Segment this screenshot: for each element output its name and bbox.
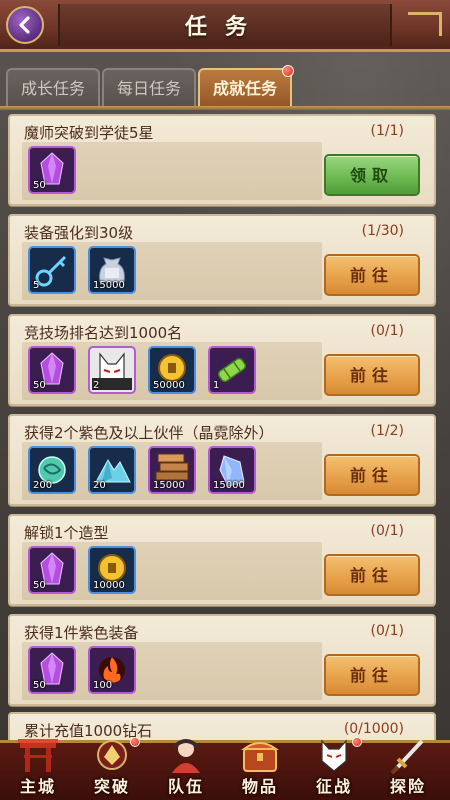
task-card: 解锁1个造型 (0/1) 50 10000 前往: [8, 514, 436, 606]
reward-count: 1: [213, 380, 220, 391]
reward-count: 15000: [153, 480, 185, 491]
task-progress: (1/2): [370, 423, 404, 439]
reward-item[interactable]: 5: [28, 246, 76, 294]
reward-item[interactable]: 2: [88, 346, 136, 394]
reward-count: 200: [33, 480, 53, 491]
nav-item-team[interactable]: 队伍: [148, 735, 224, 800]
task-list[interactable]: 魔师突破到学徒5星 (1/1) 50 领取 装备强化到30级 (1/30) 5: [6, 114, 444, 740]
reward-item[interactable]: 200: [28, 446, 76, 494]
task-card: 获得2个紫色及以上伙伴（晶霓除外） (1/2) 200 20 15000 150…: [8, 414, 436, 506]
reward-count: 100: [93, 680, 113, 691]
header-ornament: [408, 12, 442, 36]
notification-dot: [282, 65, 294, 77]
chevron-left-icon: [19, 16, 30, 34]
task-progress: (0/1): [370, 623, 404, 639]
go-button[interactable]: 前往: [324, 554, 420, 596]
task-title: 魔师突破到学徒5星: [24, 124, 154, 142]
nav-item-breakthrough[interactable]: 突破: [74, 735, 150, 800]
go-button[interactable]: 前往: [324, 454, 420, 496]
notification-dot: [352, 737, 362, 747]
nav-label: 物品: [241, 777, 278, 796]
reward-item[interactable]: 1: [208, 346, 256, 394]
gate-icon: [18, 739, 58, 772]
back-button[interactable]: [6, 6, 44, 44]
team-icon: [172, 739, 200, 773]
reward-item[interactable]: 15000: [88, 246, 136, 294]
task-title: 装备强化到30级: [24, 224, 134, 242]
reward-item[interactable]: 50: [28, 546, 76, 594]
nav-item-main-city[interactable]: 主城: [0, 735, 76, 800]
reward-count: 15000: [213, 480, 245, 491]
tab-achievement[interactable]: 成就任务: [198, 65, 294, 108]
header-bar: 任务: [0, 0, 450, 52]
nav-label: 主城: [19, 777, 56, 796]
reward-count: 20: [93, 480, 106, 491]
reward-item[interactable]: 15000: [208, 446, 256, 494]
task-progress: (1/1): [370, 123, 404, 139]
task-title: 竞技场排名达到1000名: [24, 324, 183, 342]
reward-count: 50: [33, 180, 46, 191]
reward-count: 5: [33, 280, 40, 291]
tab-divider: [0, 106, 450, 110]
reward-item[interactable]: 10000: [88, 546, 136, 594]
reward-count: 2: [93, 380, 100, 391]
task-card: 获得1件紫色装备 (0/1) 50 100 前往: [8, 614, 436, 706]
task-title: 获得1件紫色装备: [24, 624, 139, 642]
tab-growth[interactable]: 成长任务: [6, 68, 100, 108]
reward-count: 50: [33, 580, 46, 591]
breakthrough-icon: [97, 740, 127, 770]
bottom-nav: 主城 突破 队伍 物品 征战 探险: [0, 737, 450, 800]
reward-count: 50: [33, 680, 46, 691]
nav-label: 队伍: [167, 777, 204, 796]
task-title: 解锁1个造型: [24, 524, 109, 542]
tab-achievement-label: 成就任务: [212, 79, 277, 98]
reward-item[interactable]: 50: [28, 646, 76, 694]
reward-count: 50: [33, 380, 46, 391]
reward-item[interactable]: 15000: [148, 446, 196, 494]
nav-item-campaign[interactable]: 征战: [296, 735, 372, 800]
reward-count: 50000: [153, 380, 185, 391]
page-title: 任务: [184, 15, 265, 40]
nav-label: 突破: [93, 777, 130, 796]
reward-item[interactable]: 100: [88, 646, 136, 694]
nav-item-explore[interactable]: 探险: [370, 735, 446, 800]
reward-count: 10000: [93, 580, 125, 591]
task-tabs: 成长任务 每日任务 成就任务: [0, 64, 450, 108]
mask-icon: [321, 739, 347, 772]
reward-item[interactable]: 50: [28, 146, 76, 194]
claim-button[interactable]: 领取: [324, 154, 420, 196]
chest-icon: [240, 742, 280, 772]
nav-item-items[interactable]: 物品: [222, 735, 298, 800]
reward-count: 15000: [93, 280, 125, 291]
nav-label: 探险: [389, 777, 426, 796]
task-progress: (0/1): [370, 323, 404, 339]
go-button[interactable]: 前往: [324, 354, 420, 396]
go-button[interactable]: 前往: [324, 254, 420, 296]
go-button[interactable]: 前往: [324, 654, 420, 696]
task-title: 获得2个紫色及以上伙伴（晶霓除外）: [24, 424, 274, 442]
reward-item[interactable]: 50: [28, 346, 76, 394]
reward-item[interactable]: 50000: [148, 346, 196, 394]
notification-dot: [130, 737, 140, 747]
task-progress: (0/1): [370, 523, 404, 539]
sword-icon: [390, 739, 424, 775]
task-card: 竞技场排名达到1000名 (0/1) 50 2 50000 1 前往: [8, 314, 436, 406]
tab-daily[interactable]: 每日任务: [102, 68, 196, 108]
task-card: 魔师突破到学徒5星 (1/1) 50 领取: [8, 114, 436, 206]
task-card: 装备强化到30级 (1/30) 5 15000 前往: [8, 214, 436, 306]
nav-label: 征战: [315, 777, 352, 796]
reward-item[interactable]: 20: [88, 446, 136, 494]
task-progress: (1/30): [361, 223, 404, 239]
